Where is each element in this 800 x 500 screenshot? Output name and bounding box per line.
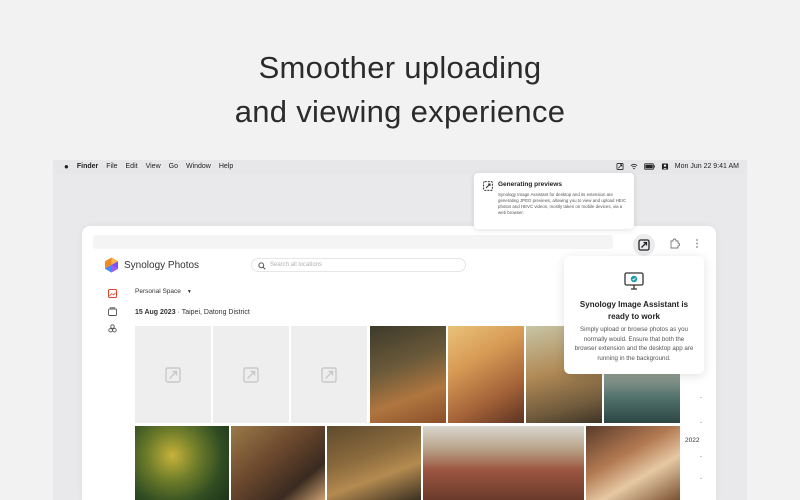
group-date: 15 Aug 2023 [135, 309, 176, 316]
albums-icon[interactable] [108, 307, 117, 316]
photo-thumbnail[interactable] [448, 326, 524, 423]
timeline-tick [700, 397, 702, 398]
photo-thumbnail[interactable] [231, 426, 325, 500]
generating-preview-icon [243, 366, 259, 383]
menu-edit[interactable]: Edit [126, 163, 138, 170]
timeline-year-marker[interactable]: 2022 [685, 437, 699, 444]
menu-help[interactable]: Help [219, 163, 233, 170]
menu-window[interactable]: Window [186, 163, 211, 170]
menubar-clock: Mon Jun 22 9:41 AM [674, 163, 739, 170]
timeline-tick [700, 478, 702, 479]
headline-line-1: Smoother uploading [258, 50, 542, 85]
photo-placeholder[interactable] [135, 326, 211, 423]
battery-icon[interactable] [643, 163, 655, 170]
photo-thumbnail[interactable] [586, 426, 680, 500]
photo-thumbnail[interactable] [423, 426, 584, 500]
search-icon [258, 262, 266, 270]
photos-icon[interactable] [108, 289, 117, 298]
date-group-header: 15 Aug 2023 · Taipei, Datong District [135, 309, 250, 316]
browser-address-bar[interactable] [93, 235, 613, 249]
timeline-tick [700, 456, 702, 457]
photo-thumbnail[interactable] [135, 426, 229, 500]
mac-menubar: ● Finder File Edit View Go Window Help M… [53, 160, 747, 174]
extensions-puzzle-icon[interactable] [669, 238, 680, 249]
photo-thumbnail[interactable] [370, 326, 446, 423]
chevron-down-icon: ▼ [186, 289, 192, 295]
generating-preview-icon [165, 366, 181, 383]
image-assistant-extension-button[interactable] [633, 234, 655, 256]
user-icon[interactable] [661, 163, 669, 170]
space-label: Personal Space [135, 288, 181, 295]
group-location: Taipei, Datong District [181, 309, 250, 316]
notification-title: Generating previews [498, 181, 562, 188]
notification-body: Synology Image Assistant for desktop and… [498, 192, 627, 215]
app-brand[interactable]: Synology Photos [104, 257, 199, 273]
search-placeholder: Search all locations [270, 262, 323, 268]
menu-file[interactable]: File [106, 163, 117, 170]
photo-thumbnail[interactable] [327, 426, 421, 500]
monitor-check-icon [624, 272, 644, 290]
headline-line-2: and viewing experience [234, 94, 566, 129]
photo-placeholder[interactable] [213, 326, 289, 423]
synology-photos-logo [105, 257, 118, 273]
app-name: Synology Photos [124, 259, 200, 271]
assistant-ready-card[interactable]: Synology Image Assistant is ready to wor… [564, 256, 704, 374]
card-body: Simply upload or browse photos as you no… [574, 326, 694, 362]
menu-go[interactable]: Go [169, 163, 178, 170]
space-selector[interactable]: Personal Space ▼ [135, 288, 192, 295]
menu-finder[interactable]: Finder [77, 163, 98, 170]
image-assistant-icon[interactable] [616, 163, 624, 170]
generating-previews-notification[interactable]: Generating previews Synology Image Assis… [474, 173, 634, 229]
photo-placeholder[interactable] [291, 326, 367, 423]
search-input[interactable]: Search all locations [251, 258, 466, 272]
card-title: Synology Image Assistant is ready to wor… [579, 300, 689, 321]
menu-view[interactable]: View [146, 163, 161, 170]
apple-icon[interactable]: ● [64, 163, 69, 171]
shared-icon[interactable] [108, 324, 117, 333]
generating-preview-icon [321, 366, 337, 383]
wifi-icon[interactable] [630, 163, 638, 170]
image-assistant-icon [638, 239, 650, 251]
browser-menu-icon[interactable] [695, 238, 699, 249]
image-assistant-icon [483, 181, 493, 191]
timeline-tick [700, 422, 702, 423]
